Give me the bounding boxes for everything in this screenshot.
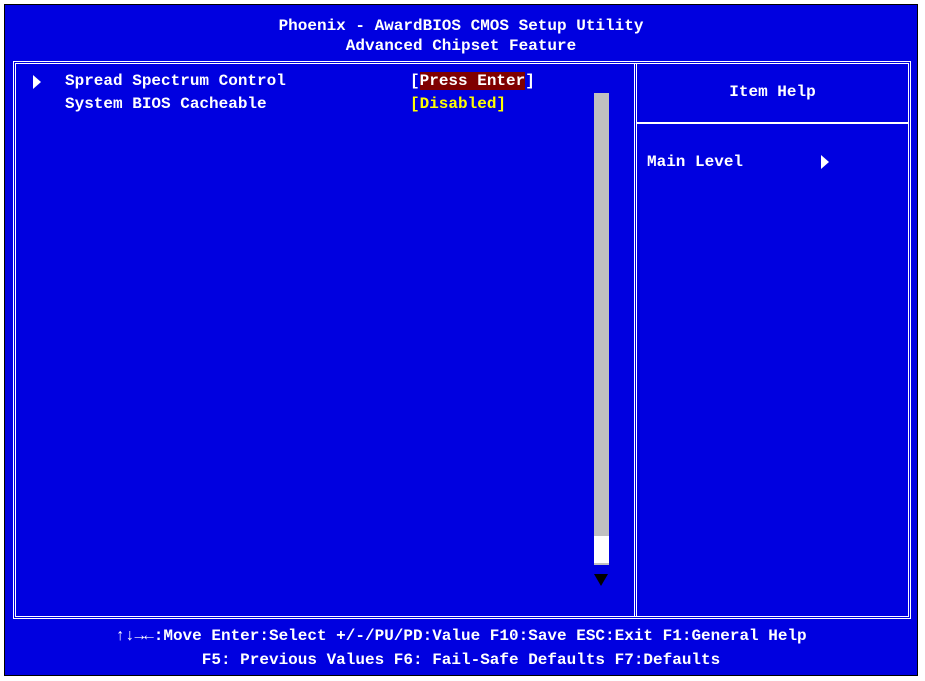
bracket-open: [ — [410, 72, 420, 90]
scrollbar-thumb[interactable] — [594, 536, 609, 563]
menu-item-value[interactable]: [Disabled] — [410, 93, 506, 115]
menu-item-label: System BIOS Cacheable — [65, 95, 267, 113]
main-frame: Spread Spectrum Control [Press Enter] Sy… — [13, 61, 911, 619]
bracket-close: ] — [525, 72, 535, 90]
bios-screen: Phoenix - AwardBIOS CMOS Setup Utility A… — [4, 4, 918, 676]
help-arrow-icon — [821, 155, 829, 169]
key-legend-line-1: ↑↓→←:Move Enter:Select +/-/PU/PD:Value F… — [115, 627, 807, 645]
header: Phoenix - AwardBIOS CMOS Setup Utility A… — [5, 5, 917, 61]
submenu-pointer-icon — [33, 75, 41, 89]
menu-item-label: Spread Spectrum Control — [65, 72, 286, 90]
help-text: Main Level — [647, 153, 744, 171]
menu-item-value[interactable]: [Press Enter] — [410, 70, 535, 92]
page-title: Advanced Chipset Feature — [345, 37, 577, 55]
scroll-down-icon[interactable] — [594, 574, 608, 586]
selected-value: Press Enter — [419, 72, 526, 90]
key-legend: ↑↓→←:Move Enter:Select +/-/PU/PD:Value F… — [5, 622, 917, 674]
help-divider — [637, 122, 908, 124]
key-legend-line-2: F5: Previous Values F6: Fail-Safe Defaul… — [201, 651, 721, 669]
panel-divider — [634, 64, 637, 616]
item-help-title: Item Help — [729, 83, 816, 101]
scrollbar-track[interactable] — [594, 93, 609, 565]
app-title: Phoenix - AwardBIOS CMOS Setup Utility — [278, 17, 644, 35]
